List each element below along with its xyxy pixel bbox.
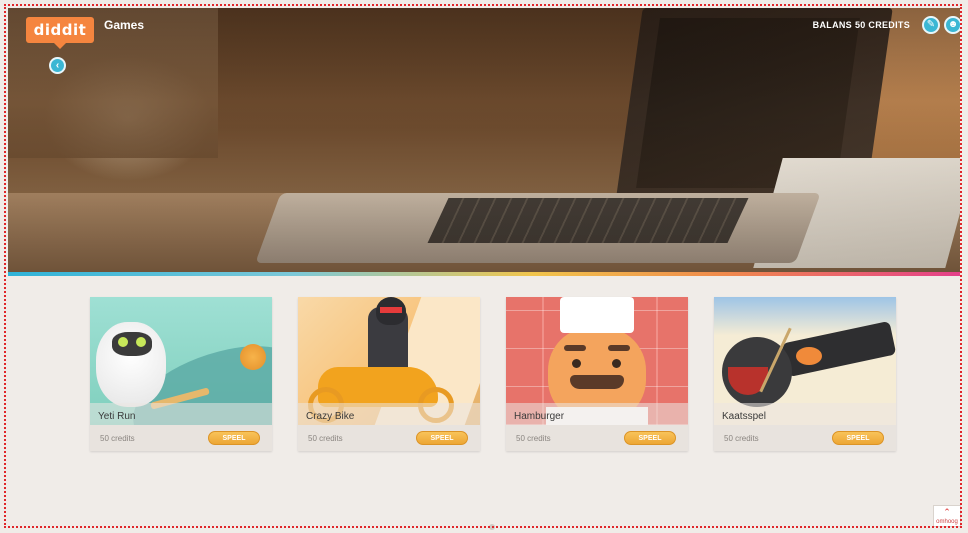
play-button[interactable]: SPEEL — [832, 431, 884, 445]
game-price: 50 credits — [724, 434, 759, 443]
game-price: 50 credits — [100, 434, 135, 443]
page-indicator-dot — [489, 524, 495, 530]
game-thumbnail[interactable] — [298, 297, 480, 425]
thumb-shrimp — [796, 347, 822, 365]
game-card-yeti-run[interactable]: Yeti Run 50 credits SPEEL — [90, 297, 272, 451]
game-card-crazy-bike[interactable]: Crazy Bike 50 credits SPEEL — [298, 297, 480, 451]
play-button[interactable]: SPEEL — [624, 431, 676, 445]
thumb-chef-hat — [560, 297, 634, 333]
back-arrow-icon[interactable]: ‹ — [49, 57, 66, 74]
page-title: Games — [104, 18, 145, 32]
game-price: 50 credits — [516, 434, 551, 443]
game-price: 50 credits — [308, 434, 343, 443]
scroll-top-button[interactable]: ⌃ omhoog — [933, 505, 961, 527]
edit-icon[interactable]: ✎ — [922, 16, 940, 34]
balance-display: BALANS 50 CREDITS — [810, 20, 910, 30]
game-name: Yeti Run — [98, 411, 136, 422]
thumb-coin — [240, 344, 266, 370]
thumb-mustache — [570, 375, 624, 389]
balance-label: BALANS — [812, 20, 852, 30]
play-button[interactable]: SPEEL — [208, 431, 260, 445]
game-thumbnail[interactable] — [90, 297, 272, 425]
thumb-visor — [380, 307, 402, 313]
thumb-brow — [608, 345, 630, 351]
profile-icon[interactable]: ☻ — [944, 16, 962, 34]
rainbow-divider — [8, 272, 960, 276]
hero-vignette — [8, 8, 960, 274]
thumb-eye — [612, 359, 621, 368]
thumb-yeti-eye — [118, 337, 128, 347]
balance-value: 50 CREDITS — [854, 20, 910, 30]
play-button[interactable]: SPEEL — [416, 431, 468, 445]
thumb-yeti-eye — [136, 337, 146, 347]
game-name: Crazy Bike — [306, 411, 355, 422]
game-name: Kaatsspel — [722, 411, 766, 422]
diddit-logo[interactable]: diddit — [26, 17, 94, 49]
scroll-top-label: omhoog — [936, 519, 958, 525]
thumb-brow — [564, 345, 586, 351]
game-thumbnail[interactable] — [506, 297, 688, 425]
thumb-eye — [572, 359, 581, 368]
chevron-up-icon: ⌃ — [943, 507, 951, 517]
game-thumbnail[interactable] — [714, 297, 896, 425]
game-card-kaatsspel[interactable]: Kaatsspel 50 credits SPEEL — [714, 297, 896, 451]
game-name: Hamburger — [514, 411, 565, 422]
hero-banner — [8, 8, 960, 274]
game-card-hamburger[interactable]: Hamburger 50 credits SPEEL — [506, 297, 688, 451]
